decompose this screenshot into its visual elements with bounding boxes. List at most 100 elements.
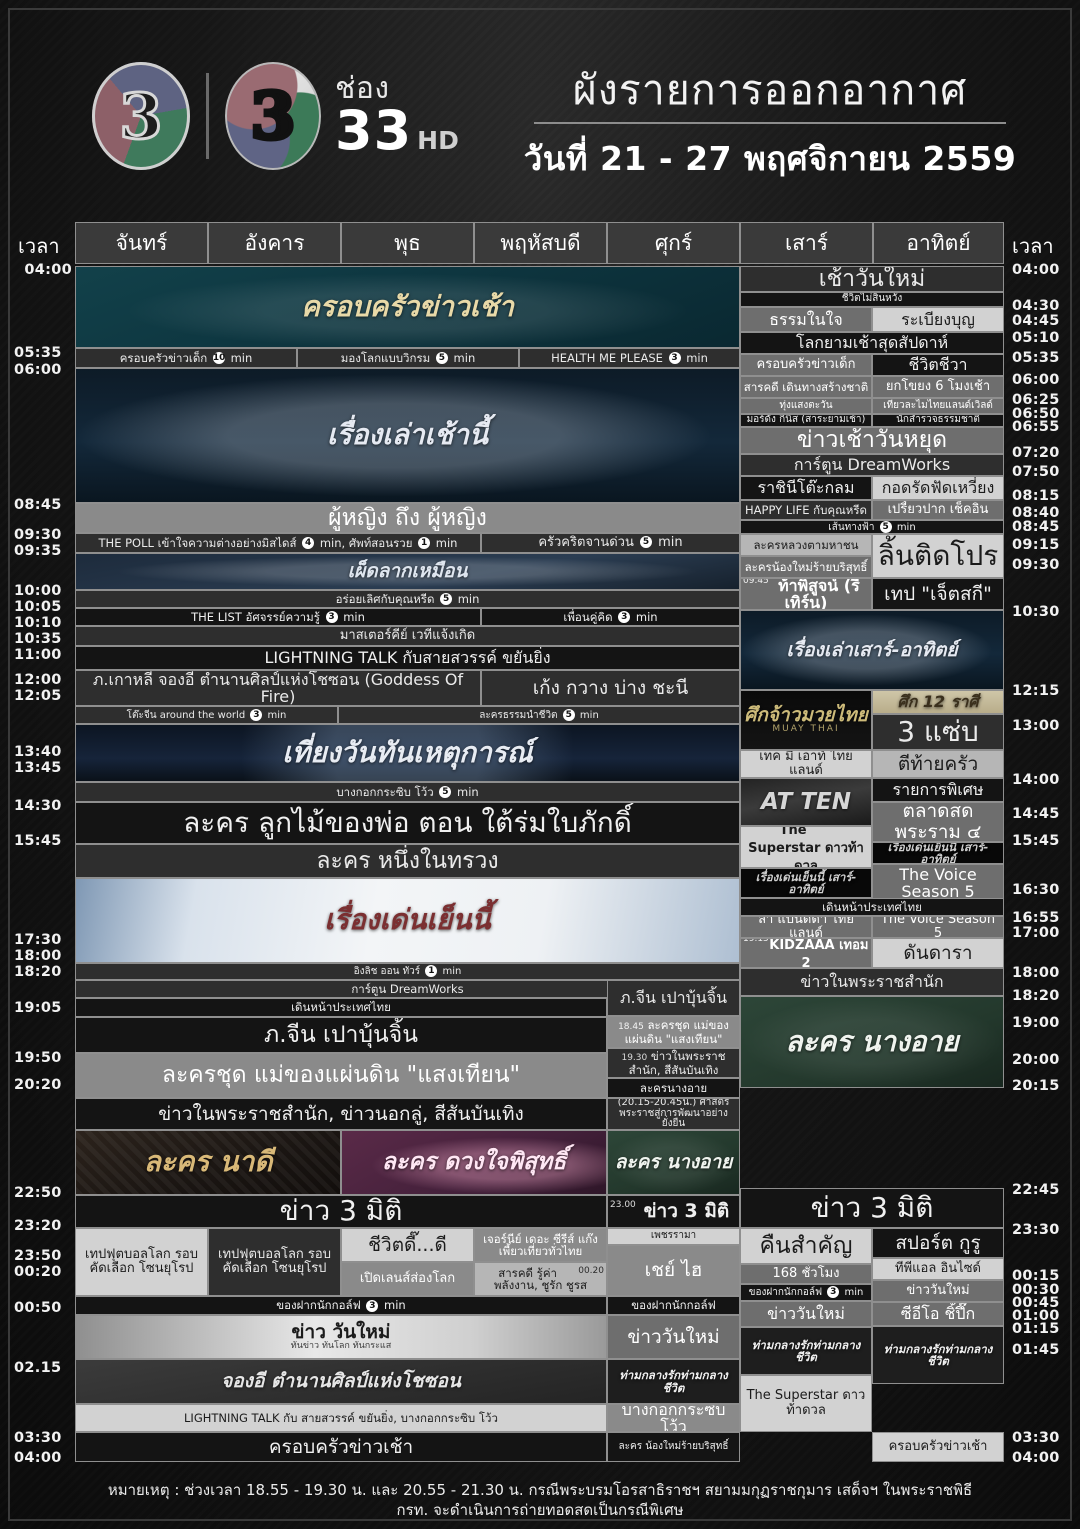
program-priao-pak: เปรี้ยวปาก เช็คอิน [872, 500, 1004, 520]
program-friday-thanwa-rak: ท่ามกลางรักท่ามกลางชีวิต [607, 1359, 740, 1404]
program-lakhon-lukmai: ละคร ลูกไม้ของพ่อ ตอน ใต้ร่มใบภักดิ์ [75, 802, 740, 844]
program-monglok-wikrom: มองโลกแบบวิกรม 5 min [297, 348, 519, 368]
time-right-0815: 08:15 [1012, 488, 1060, 504]
time-right-1545: 15:45 [1012, 833, 1060, 849]
time-left-2320: 23:20 [14, 1218, 62, 1234]
time-right-1300: 13:00 [1012, 718, 1060, 734]
program-friday-sat-phra-rachasu: (20.15-20.45น.) ศาสตร์พระราชสู่การพัฒนาอ… [607, 1098, 740, 1130]
footer-note: หมายเหตุ : ช่วงเวลา 18.55 - 19.30 น. และ… [40, 1480, 1040, 1521]
time-left-1340: 13:40 [14, 744, 62, 760]
program-pheuan-khu-khit: เพื่อนคู่คิด 3 min [481, 608, 740, 626]
program-lakhon-nadee: ละคร นาดี [75, 1130, 341, 1195]
schedule-page: ช่อง 33 HD ผังรายการออกอากาศ วันที่ 21 -… [0, 0, 1080, 1529]
time-left-1730: 17:30 [14, 932, 62, 948]
program-friday-lakhon-ngangoy-label: ละครนางอาย [607, 1078, 740, 1098]
program-chiwit-mai-sin-wang: ชีวิตไม่สิ้นหวัง [740, 292, 1004, 307]
time-left-0935: 09:35 [14, 543, 62, 559]
program-khao-3-miti-weekend: ข่าว 3 มิติ [740, 1188, 1004, 1228]
time-right-0600: 06:00 [1012, 372, 1060, 388]
program-lakhon-luang: ละครหลวงตามหาชน [740, 534, 872, 556]
time-right-1900: 19:00 [1012, 1015, 1060, 1031]
program-ped-lak-cheu: เผ็ดลากเหมือน [75, 553, 740, 590]
day-header-saturday: เสาร์ [740, 222, 873, 264]
time-right-2000: 20:00 [1012, 1052, 1060, 1068]
program-ceo-chic-pik: ซีอีโอ ชิ้ปึ๊ก [872, 1302, 1004, 1326]
program-tha-phisut: 09.45 ท้าพิสูจน์ (รีเทิร์น) [740, 578, 872, 610]
program-lokyam-chao: โลกยามเช้าสุดสัปดาห์ [740, 332, 1004, 354]
time-left-1545: 15:45 [14, 833, 62, 849]
time-left-1950: 19:50 [14, 1050, 62, 1066]
program-poet-lens: เปิดเลนส์ส่องโลก [341, 1262, 474, 1296]
program-lakhon-nueng-nai-suang: ละคร หนึ่งในทรวง [75, 844, 740, 878]
program-lakhon-nong-mai-weekend: ละครน้องใหม่ร้ายบริสุทธิ์ [740, 556, 872, 578]
time-left-1100: 11:00 [14, 647, 62, 663]
program-tape-football-mon: เทปฟุตบอลโลก รอบคัดเลือก โซนยุโรป [75, 1228, 208, 1296]
program-the-voice-s5-sun-b: The Voice Season 5 [872, 916, 1004, 938]
program-lakhon-duangjai-phisut: ละคร ดวงใจพิสุทธิ์ [341, 1130, 607, 1195]
day-header-thursday: พฤหัสบดี [474, 222, 607, 264]
time-left-1200: 12:00 [14, 672, 62, 688]
time-right-0445: 04:45 [1012, 313, 1060, 329]
program-thamma-nai-jai: ธรรมในใจ [740, 307, 872, 332]
program-khao-wanmai-weekday: ข่าว วันใหม่ ทันข่าว ทันโลก ทันกระแส [75, 1315, 607, 1359]
day-header-wednesday: พุธ [341, 222, 474, 264]
time-left-2250: 22:50 [14, 1185, 62, 1201]
program-friday-khong-fak-golf: ของฝากนักกอล์ฟ [607, 1296, 740, 1315]
program-sarakadee-doenthang: สารคดี เดินทางสร้างชาติ [740, 376, 872, 398]
time-header-left: เวลา [18, 234, 60, 258]
program-lin-tid-pro: ลิ้นติดโปร [872, 534, 1004, 578]
time-right-0400b: 04:00 [1012, 1450, 1060, 1466]
program-tpl-inside: ทีพีแอล อินไซด์ [872, 1258, 1004, 1280]
time-right-1630: 16:30 [1012, 882, 1060, 898]
program-doen-na-prathet-thai-weekend: เดินหน้าประเทศไทย [740, 898, 1004, 916]
program-reuanglao-sao-athit: เรื่องเล่าเสาร์-อาทิตย์ [740, 610, 1004, 690]
program-happy-life: HAPPY LIFE กับคุณหรีด [740, 500, 872, 520]
program-khrobkhrua-khaochao-late: ครอบครัวข่าวเช้า [75, 1432, 607, 1462]
day-header-friday: ศุกร์ [607, 222, 740, 264]
schedule-grid: เวลา เวลา จันทร์ อังคาร พุธ พฤหัสบดี ศุก… [0, 0, 1080, 1529]
program-thanwa-rak-sat: ท่ามกลางรักท่ามกลางชีวิต [740, 1327, 872, 1375]
program-reuang-den-yen-ni: เรื่องเด่นเย็นนี้ [75, 878, 740, 963]
program-yok-khayeng: ยกโขยง 6 โมงเช้า [872, 376, 1004, 398]
time-right-0720: 07:20 [1012, 445, 1060, 461]
program-friday-lakhon-ngangoy: ละคร นางอาย [607, 1130, 740, 1195]
program-khao-wanmai-sun: ข่าววันใหม่ [872, 1280, 1004, 1302]
program-chao-wanmai: เช้าวันใหม่ [740, 266, 1004, 292]
program-sarakadee-ru-kha: 00.20 สารคดี รู้ค่าพลังงาน, ชูรัก ชูรส [474, 1262, 607, 1296]
program-take-me-out: เทค มี เอาท์ ไทยแลนด์ [740, 750, 872, 778]
program-thiangwan: เที่ยงวันทันเหตุการณ์ [75, 724, 740, 782]
time-left-1430: 14:30 [14, 798, 62, 814]
program-rachini-tokklom: ราชินีโต๊ะกลม [740, 476, 872, 500]
time-left-0020: 00:20 [14, 1264, 62, 1280]
program-ti-thai-khrua: ตีท้ายครัว [872, 750, 1004, 778]
time-right-0430: 04:30 [1012, 298, 1060, 314]
time-left-0535: 05:35 [14, 345, 62, 361]
time-right-1215: 12:15 [1012, 683, 1060, 699]
program-to-jeen: โต๊ะจีน around the world 3 min [75, 706, 338, 724]
time-left-0930: 09:30 [14, 527, 62, 543]
program-friday-lakhon-nong-mai: ละคร น้องใหม่ร้ายบริสุทธิ์ [607, 1432, 740, 1462]
time-left-1205: 12:05 [14, 688, 62, 704]
program-lakhon-mae-pandin-weekday: ละครชุด แม่ของแผ่นดิน "แสงเทียน" [75, 1053, 607, 1098]
program-friday-khao-3-miti: 23.00 ข่าว 3 มิติ [607, 1195, 740, 1228]
program-khao-nai-phra-weekend: ข่าวในพระราชสำนัก [740, 968, 1004, 996]
time-right-0330: 03:30 [1012, 1430, 1060, 1446]
program-english-on-tour: อิงลิช ออน ทัวร์ 1 min [75, 963, 740, 980]
program-khrobkhrua-khaodek-weekday: ครอบครัวข่าวเด็ก 10 min [75, 348, 297, 368]
program-chiwit-dee-dee: ชีวิตดี๊...ดี [341, 1228, 474, 1262]
program-khrobkhrua-khaochao: ครอบครัวข่าวเช้า [75, 266, 740, 348]
program-khao-wanmai-sat: ข่าววันใหม่ [740, 1301, 872, 1327]
program-cartoon-dreamworks-weekend: การ์ตูน DreamWorks [740, 454, 1004, 476]
time-left-1820: 18:20 [14, 964, 62, 980]
program-bangkok-krachip: บางกอกกระซิบ โว้ว 5 min [75, 782, 740, 802]
time-left-0600: 06:00 [14, 362, 62, 378]
program-nak-samruat: นักสำรวจธรรมชาติ [872, 414, 1004, 427]
program-la-banda: ลา แบนด์ดา ไทยแลนด์ [740, 916, 872, 938]
time-right-0930: 09:30 [1012, 557, 1060, 573]
program-mordang-kanis: มอร์ดัง กินิส (สาระยามเช้า) [740, 414, 872, 427]
program-khuen-samkhan: คืนสำคัญ [740, 1228, 872, 1264]
time-right-1030: 10:30 [1012, 604, 1060, 620]
time-header-right: เวลา [1012, 234, 1054, 258]
time-right-2015: 20:15 [1012, 1078, 1060, 1094]
program-lakhon-thamma: ละครธรรมนำชีวิต 5 min [338, 706, 740, 724]
